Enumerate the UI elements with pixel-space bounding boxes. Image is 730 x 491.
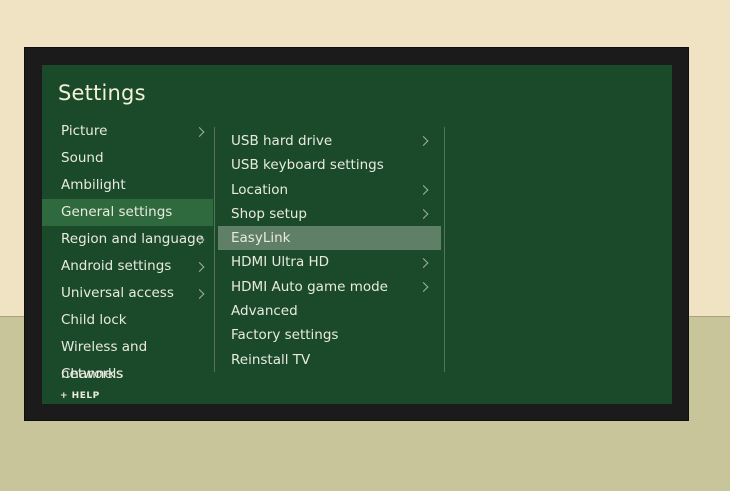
chevron-right-icon (418, 281, 429, 292)
submenu-item-label: HDMI Ultra HD (231, 254, 330, 271)
settings-category-list: Picture Sound Ambilight General settings… (42, 118, 213, 388)
menu-item-label: Android settings (61, 258, 172, 274)
tv-frame: Settings Picture Sound Ambilight General… (25, 48, 688, 420)
menu-item-sound[interactable]: Sound (42, 145, 213, 172)
menu-item-label: Sound (61, 150, 104, 166)
menu-item-general-settings[interactable]: General settings (42, 199, 213, 226)
submenu-item-reinstall-tv[interactable]: Reinstall TV (218, 348, 441, 372)
help-hint[interactable]: + HELP (60, 391, 100, 401)
submenu-item-usb-hard-drive[interactable]: USB hard drive (218, 129, 441, 153)
submenu-item-hdmi-ultra-hd[interactable]: HDMI Ultra HD (218, 250, 441, 274)
menu-item-universal-access[interactable]: Universal access (42, 280, 213, 307)
submenu-item-hdmi-auto-game-mode[interactable]: HDMI Auto game mode (218, 275, 441, 299)
menu-item-label: General settings (61, 204, 173, 220)
menu-item-label: Universal access (61, 285, 174, 301)
menu-item-child-lock[interactable]: Child lock (42, 307, 213, 334)
submenu-item-easylink[interactable]: EasyLink (218, 226, 441, 251)
column-divider (444, 127, 445, 372)
tv-screen: Settings Picture Sound Ambilight General… (42, 65, 672, 404)
chevron-right-icon (194, 126, 205, 137)
chevron-right-icon (194, 288, 205, 299)
submenu-item-usb-keyboard-settings[interactable]: USB keyboard settings (218, 153, 441, 177)
menu-item-label: Picture (61, 123, 108, 139)
chevron-right-icon (418, 257, 429, 268)
submenu-item-label: Reinstall TV (231, 351, 311, 368)
column-divider (214, 127, 215, 372)
submenu-item-label: Shop setup (231, 205, 308, 222)
submenu-item-label: EasyLink (231, 230, 291, 247)
menu-item-label: Region and language (61, 231, 205, 247)
menu-item-ambilight[interactable]: Ambilight (42, 172, 213, 199)
menu-item-label: Ambilight (61, 177, 126, 193)
menu-item-label: Channels (61, 366, 124, 382)
menu-item-label: Child lock (61, 312, 127, 328)
submenu-item-label: Advanced (231, 303, 298, 320)
submenu-item-label: USB hard drive (231, 133, 333, 149)
submenu-item-label: Factory settings (231, 327, 339, 344)
submenu-item-factory-settings[interactable]: Factory settings (218, 323, 441, 347)
menu-item-picture[interactable]: Picture (42, 118, 213, 145)
submenu-item-label: USB keyboard settings (231, 157, 384, 174)
chevron-right-icon (418, 184, 429, 195)
general-settings-submenu: USB hard drive USB keyboard settings Loc… (218, 129, 441, 372)
submenu-item-shop-setup[interactable]: Shop setup (218, 202, 441, 226)
page-title: Settings (58, 81, 146, 105)
submenu-item-advanced[interactable]: Advanced (218, 299, 441, 323)
chevron-right-icon (194, 261, 205, 272)
chevron-right-icon (418, 136, 429, 147)
menu-item-channels[interactable]: Channels (42, 361, 213, 388)
submenu-item-location[interactable]: Location (218, 178, 441, 202)
submenu-item-label: HDMI Auto game mode (231, 278, 388, 295)
chevron-right-icon (418, 209, 429, 219)
menu-item-android-settings[interactable]: Android settings (42, 253, 213, 280)
submenu-item-label: Location (231, 181, 289, 198)
menu-item-wireless-and-networks[interactable]: Wireless and networks (42, 334, 213, 382)
menu-item-region-and-language[interactable]: Region and language (42, 226, 213, 253)
